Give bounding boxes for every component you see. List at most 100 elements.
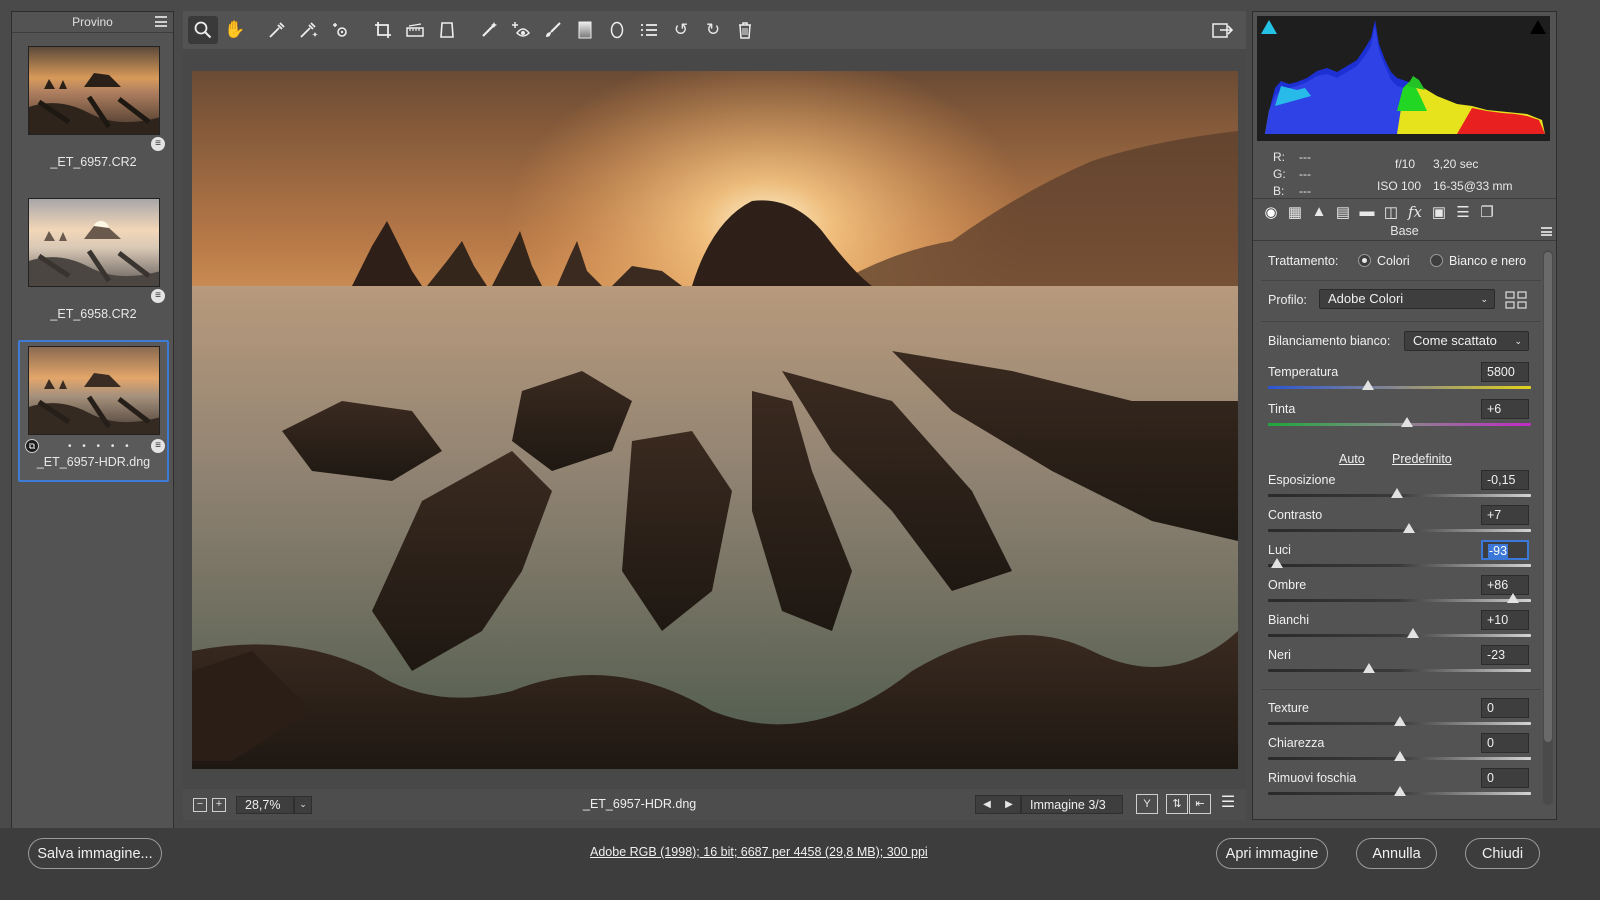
slider-label-chiarezza: Chiarezza (1268, 736, 1325, 750)
zoom-out-icon[interactable]: − (193, 797, 207, 812)
filmstrip-menu-icon[interactable] (155, 16, 167, 27)
zoom-icon[interactable] (188, 16, 218, 44)
slider-track-ombre[interactable] (1268, 599, 1531, 602)
panel-scrollbar[interactable] (1543, 250, 1553, 805)
slider-value-chiarezza[interactable]: 0 (1481, 733, 1529, 753)
treatment-bw-option[interactable]: Bianco e nero (1430, 254, 1526, 268)
filmstrip-item[interactable]: ≡ _ET_6958.CR2 (18, 192, 169, 334)
slider-thumb-ombre[interactable] (1506, 593, 1519, 603)
slider-thumb-chiarezza[interactable] (1393, 751, 1406, 761)
profile-browser-icon[interactable] (1505, 291, 1527, 309)
hsl-icon[interactable]: ▤ (1331, 201, 1355, 223)
profile-select[interactable]: Adobe Colori ⌄ (1319, 289, 1495, 309)
slider-track-tinta[interactable] (1268, 423, 1531, 426)
save-image-button[interactable]: Salva immagine... (28, 838, 162, 869)
white-balance-icon[interactable] (262, 16, 292, 44)
transform-icon[interactable] (432, 16, 462, 44)
shadow-clipping-warning-icon[interactable] (1261, 20, 1277, 34)
default-link[interactable]: Predefinito (1392, 452, 1452, 466)
swap-settings-icon[interactable]: ⇅ (1166, 794, 1188, 814)
slider-value-tinta[interactable]: +6 (1481, 399, 1529, 419)
cancel-button[interactable]: Annulla (1356, 838, 1437, 869)
stack-icon: ⧉ (25, 439, 39, 453)
copy-settings-icon[interactable]: ⇤ (1189, 794, 1211, 814)
zoom-in-icon[interactable]: + (212, 797, 226, 812)
slider-thumb-bianchi[interactable] (1406, 628, 1419, 638)
image-preview-area[interactable] (183, 49, 1246, 789)
slider-value-luci[interactable]: -93 (1481, 540, 1529, 560)
open-image-button[interactable]: Apri immagine (1216, 838, 1328, 869)
highlight-clipping-warning-icon[interactable] (1530, 20, 1546, 34)
zoom-level-field[interactable]: 28,7% (236, 795, 294, 814)
slider-value-text: 5800 (1487, 365, 1515, 379)
slider-thumb-temperatura[interactable] (1361, 380, 1374, 390)
adjustment-brush-icon[interactable] (538, 16, 568, 44)
snapshots-icon[interactable]: ❐ (1475, 201, 1499, 223)
rotate-right-icon[interactable]: ↻ (698, 16, 728, 44)
trash-icon[interactable] (730, 16, 760, 44)
preview-preferences-icon[interactable]: ☰ (1217, 794, 1239, 814)
slider-value-esposizione[interactable]: -0,15 (1481, 470, 1529, 490)
list-icon[interactable] (634, 16, 664, 44)
slider-thumb-foschia[interactable] (1393, 786, 1406, 796)
panel-menu-icon[interactable] (1541, 227, 1552, 236)
slider-thumb-esposizione[interactable] (1390, 488, 1403, 498)
targeted-adjustment-icon[interactable] (326, 16, 356, 44)
slider-value-texture[interactable]: 0 (1481, 698, 1529, 718)
hand-icon[interactable]: ✋ (220, 16, 250, 44)
slider-value-bianchi[interactable]: +10 (1481, 610, 1529, 630)
chevron-down-icon[interactable]: ⌄ (294, 795, 312, 814)
slider-track-luci[interactable] (1268, 564, 1531, 567)
radio-icon[interactable] (1430, 254, 1443, 267)
effects-icon[interactable]: fx (1403, 201, 1427, 223)
next-image-icon[interactable]: ▶ (1005, 799, 1013, 810)
slider-value-foschia[interactable]: 0 (1481, 768, 1529, 788)
photo-preview[interactable] (192, 71, 1238, 769)
radio-selected-icon[interactable] (1358, 254, 1371, 267)
preferences-export-icon[interactable] (1208, 16, 1238, 44)
radial-filter-icon[interactable] (602, 16, 632, 44)
slider-value-contrasto[interactable]: +7 (1481, 505, 1529, 525)
slider-thumb-contrasto[interactable] (1402, 523, 1415, 533)
tone-curve-icon[interactable]: ▦ (1283, 201, 1307, 223)
camera-calibration-icon[interactable]: ▣ (1427, 201, 1451, 223)
slider-label-foschia: Rimuovi foschia (1268, 771, 1357, 785)
slider-value-neri[interactable]: -23 (1481, 645, 1529, 665)
detail-icon[interactable]: ▲ (1307, 201, 1331, 223)
slider-track-contrasto[interactable] (1268, 529, 1531, 532)
slider-thumb-tinta[interactable] (1401, 417, 1414, 427)
slider-track-temperatura[interactable] (1268, 386, 1531, 389)
slider-thumb-neri[interactable] (1363, 663, 1376, 673)
close-button[interactable]: Chiudi (1465, 838, 1540, 869)
thumbnail-image (28, 198, 160, 287)
slider-track-bianchi[interactable] (1268, 634, 1531, 637)
red-eye-icon[interactable] (506, 16, 536, 44)
color-sampler-icon[interactable] (294, 16, 324, 44)
slider-value-temperatura[interactable]: 5800 (1481, 362, 1529, 382)
slider-value-text: +6 (1487, 402, 1502, 416)
spot-removal-icon[interactable] (474, 16, 504, 44)
rotate-left-icon[interactable]: ↺ (666, 16, 696, 44)
auto-link[interactable]: Auto (1339, 452, 1365, 466)
filmstrip-header: Provino (12, 12, 173, 33)
graduated-filter-icon[interactable] (570, 16, 600, 44)
white-balance-select[interactable]: Come scattato ⌄ (1404, 331, 1529, 351)
lens-corrections-icon[interactable]: ◫ (1379, 201, 1403, 223)
slider-thumb-luci[interactable] (1271, 558, 1284, 568)
basic-panel-icon[interactable]: ◉ (1259, 201, 1283, 223)
split-toning-icon[interactable]: ▬ (1355, 201, 1379, 223)
before-after-toggle-icon[interactable]: Y (1136, 794, 1158, 814)
crop-icon[interactable] (368, 16, 398, 44)
slider-thumb-texture[interactable] (1393, 716, 1406, 726)
rating-dots[interactable]: • • • • • (68, 441, 133, 452)
presets-icon[interactable]: ☰ (1451, 201, 1475, 223)
previous-image-icon[interactable]: ◀ (983, 799, 991, 810)
treatment-color-option[interactable]: Colori (1358, 254, 1410, 268)
straighten-icon[interactable] (400, 16, 430, 44)
slider-value-ombre[interactable]: +86 (1481, 575, 1529, 595)
slider-track-neri[interactable] (1268, 669, 1531, 672)
filmstrip-item[interactable]: ≡ _ET_6957.CR2 (18, 40, 169, 182)
filmstrip-item-selected[interactable]: ⧉ • • • • • ≡ _ET_6957-HDR.dng (18, 340, 169, 482)
scrollbar-thumb[interactable] (1544, 252, 1552, 742)
workflow-options-link[interactable]: Adobe RGB (1998); 16 bit; 6687 per 4458 … (590, 845, 928, 859)
